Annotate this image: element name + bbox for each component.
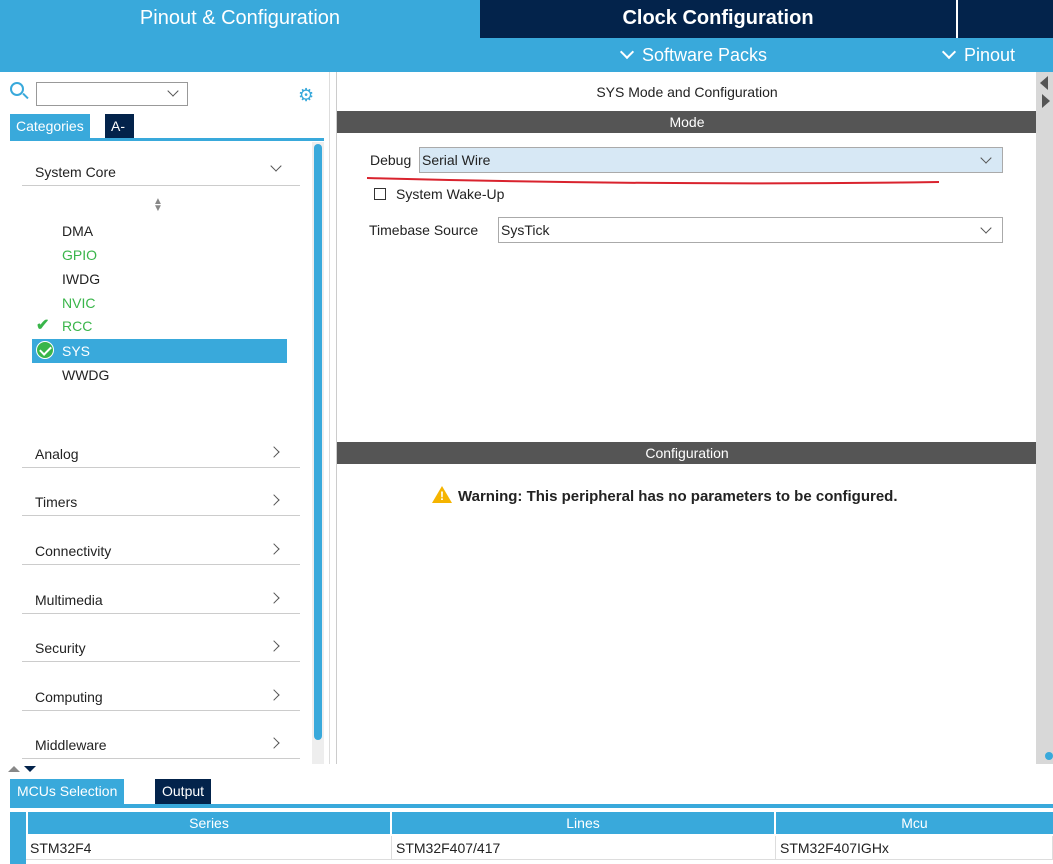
category-label: System Core	[35, 164, 116, 180]
category-security[interactable]: Security	[22, 622, 300, 662]
category-timers[interactable]: Timers	[22, 476, 300, 516]
debug-select[interactable]: Serial Wire	[419, 147, 1003, 173]
peripheral-label: GPIO	[62, 247, 98, 263]
tab-output[interactable]: Output	[155, 779, 212, 804]
category-computing[interactable]: Computing	[22, 671, 300, 711]
chevron-right-icon	[268, 446, 280, 458]
chevron-down-icon[interactable]	[167, 85, 179, 97]
splitter-handle[interactable]	[1045, 752, 1053, 760]
peripheral-rcc[interactable]: ✔ RCC	[32, 315, 287, 337]
right-scrollbar[interactable]	[1036, 72, 1053, 764]
sub-toolbar: Software Packs Pinout	[0, 38, 1053, 72]
peripheral-gpio[interactable]: GPIO	[32, 244, 287, 266]
pinout-label: Pinout	[964, 45, 1016, 65]
debug-select-value: Serial Wire	[422, 152, 491, 168]
peripheral-iwdg[interactable]: IWDG	[32, 268, 287, 290]
peripheral-sys[interactable]: SYS	[32, 339, 287, 363]
sidebar-scrollbar-thumb[interactable]	[314, 144, 322, 740]
search-row: ⚙	[0, 78, 330, 106]
column-header-series[interactable]: Series	[28, 812, 390, 834]
chevron-down-icon	[980, 152, 992, 164]
category-label: Connectivity	[35, 543, 112, 559]
left-sidebar: ⚙ Categories A->Z System Core ▲ ▼ DMA GPI…	[0, 72, 330, 764]
peripheral-dma[interactable]: DMA	[32, 220, 287, 242]
timebase-select-value: SysTick	[501, 222, 550, 238]
cell-series[interactable]: STM32F4	[26, 836, 392, 860]
arrow-right-icon[interactable]	[1042, 94, 1050, 108]
chevron-right-icon	[268, 592, 280, 604]
check-icon: ✔	[36, 317, 50, 334]
search-icon[interactable]	[10, 82, 24, 96]
arrow-left-icon[interactable]	[1040, 76, 1048, 90]
tab-extra[interactable]	[956, 0, 1053, 38]
chevron-right-icon	[268, 689, 280, 701]
chevron-down-icon	[980, 222, 992, 234]
category-analog[interactable]: Analog	[22, 428, 300, 468]
peripheral-label: IWDG	[62, 271, 101, 287]
cell-mcu[interactable]: STM32F407IGHx	[776, 836, 1053, 860]
chevron-down-icon	[941, 44, 957, 60]
chevron-right-icon	[268, 737, 280, 749]
software-packs-menu[interactable]: Software Packs	[619, 38, 768, 72]
timebase-select[interactable]: SysTick	[498, 217, 1003, 243]
chevron-down-icon	[270, 160, 282, 172]
software-packs-label: Software Packs	[642, 45, 768, 65]
peripheral-nvic[interactable]: NVIC	[32, 292, 287, 314]
pinout-menu[interactable]: Pinout	[941, 38, 1016, 72]
warning-icon	[432, 486, 452, 503]
arrow-up-icon[interactable]	[8, 766, 20, 772]
tab-categories[interactable]: Categories	[10, 114, 90, 138]
search-input[interactable]	[36, 82, 188, 106]
chevron-right-icon	[268, 494, 280, 506]
bottom-tab-underline	[10, 804, 1053, 808]
arrow-down-icon[interactable]	[24, 766, 36, 772]
tab-underline	[10, 138, 324, 141]
top-tab-bar: Pinout & Configuration Clock Configurati…	[0, 0, 1053, 38]
category-system-core[interactable]: System Core	[22, 146, 300, 186]
tab-a-z[interactable]: A->Z	[105, 114, 134, 158]
category-connectivity[interactable]: Connectivity	[22, 525, 300, 565]
category-label: Analog	[35, 446, 79, 462]
tab-mcus-selection[interactable]: MCUs Selection	[10, 779, 125, 804]
panel-resize-arrows[interactable]	[8, 764, 48, 774]
warning-text: Warning: This peripheral has no paramete…	[458, 488, 898, 505]
system-wakeup-checkbox[interactable]	[374, 188, 386, 200]
warning-message: Warning: This peripheral has no paramete…	[432, 484, 898, 505]
category-multimedia[interactable]: Multimedia	[22, 574, 300, 614]
tab-clock-configuration[interactable]: Clock Configuration	[480, 0, 956, 38]
gear-icon[interactable]: ⚙	[298, 86, 316, 104]
sort-icon[interactable]: ▲ ▼	[153, 197, 163, 214]
row-header-column	[10, 812, 26, 864]
sys-mode-panel: SYS Mode and Configuration Mode Debug Se…	[336, 72, 1037, 764]
debug-label: Debug	[370, 152, 412, 168]
configuration-section-header: Configuration	[337, 442, 1037, 464]
chevron-right-icon	[268, 543, 280, 555]
check-circle-icon	[36, 341, 54, 359]
panel-title: SYS Mode and Configuration	[596, 84, 778, 100]
mode-section-header: Mode	[337, 111, 1037, 133]
category-label: Middleware	[35, 737, 107, 753]
system-wakeup-label: System Wake-Up	[396, 186, 505, 202]
category-label: Multimedia	[35, 592, 103, 608]
column-header-mcu[interactable]: Mcu	[776, 812, 1053, 834]
peripheral-label: RCC	[62, 318, 93, 334]
category-middleware[interactable]: Middleware	[22, 719, 300, 759]
column-header-lines[interactable]: Lines	[392, 812, 774, 834]
peripheral-label: NVIC	[62, 295, 96, 311]
category-label: Timers	[35, 494, 78, 510]
chevron-right-icon	[268, 640, 280, 652]
peripheral-label: DMA	[62, 223, 94, 239]
tab-pinout-configuration[interactable]: Pinout & Configuration	[0, 0, 480, 38]
chevron-down-icon	[619, 44, 635, 60]
timebase-label: Timebase Source	[369, 222, 479, 238]
category-label: Computing	[35, 689, 103, 705]
peripheral-wwdg[interactable]: WWDG	[32, 364, 287, 386]
category-label: Security	[35, 640, 86, 656]
peripheral-label: WWDG	[62, 367, 110, 383]
peripheral-label: SYS	[62, 343, 91, 359]
cell-lines[interactable]: STM32F407/417	[392, 836, 776, 860]
